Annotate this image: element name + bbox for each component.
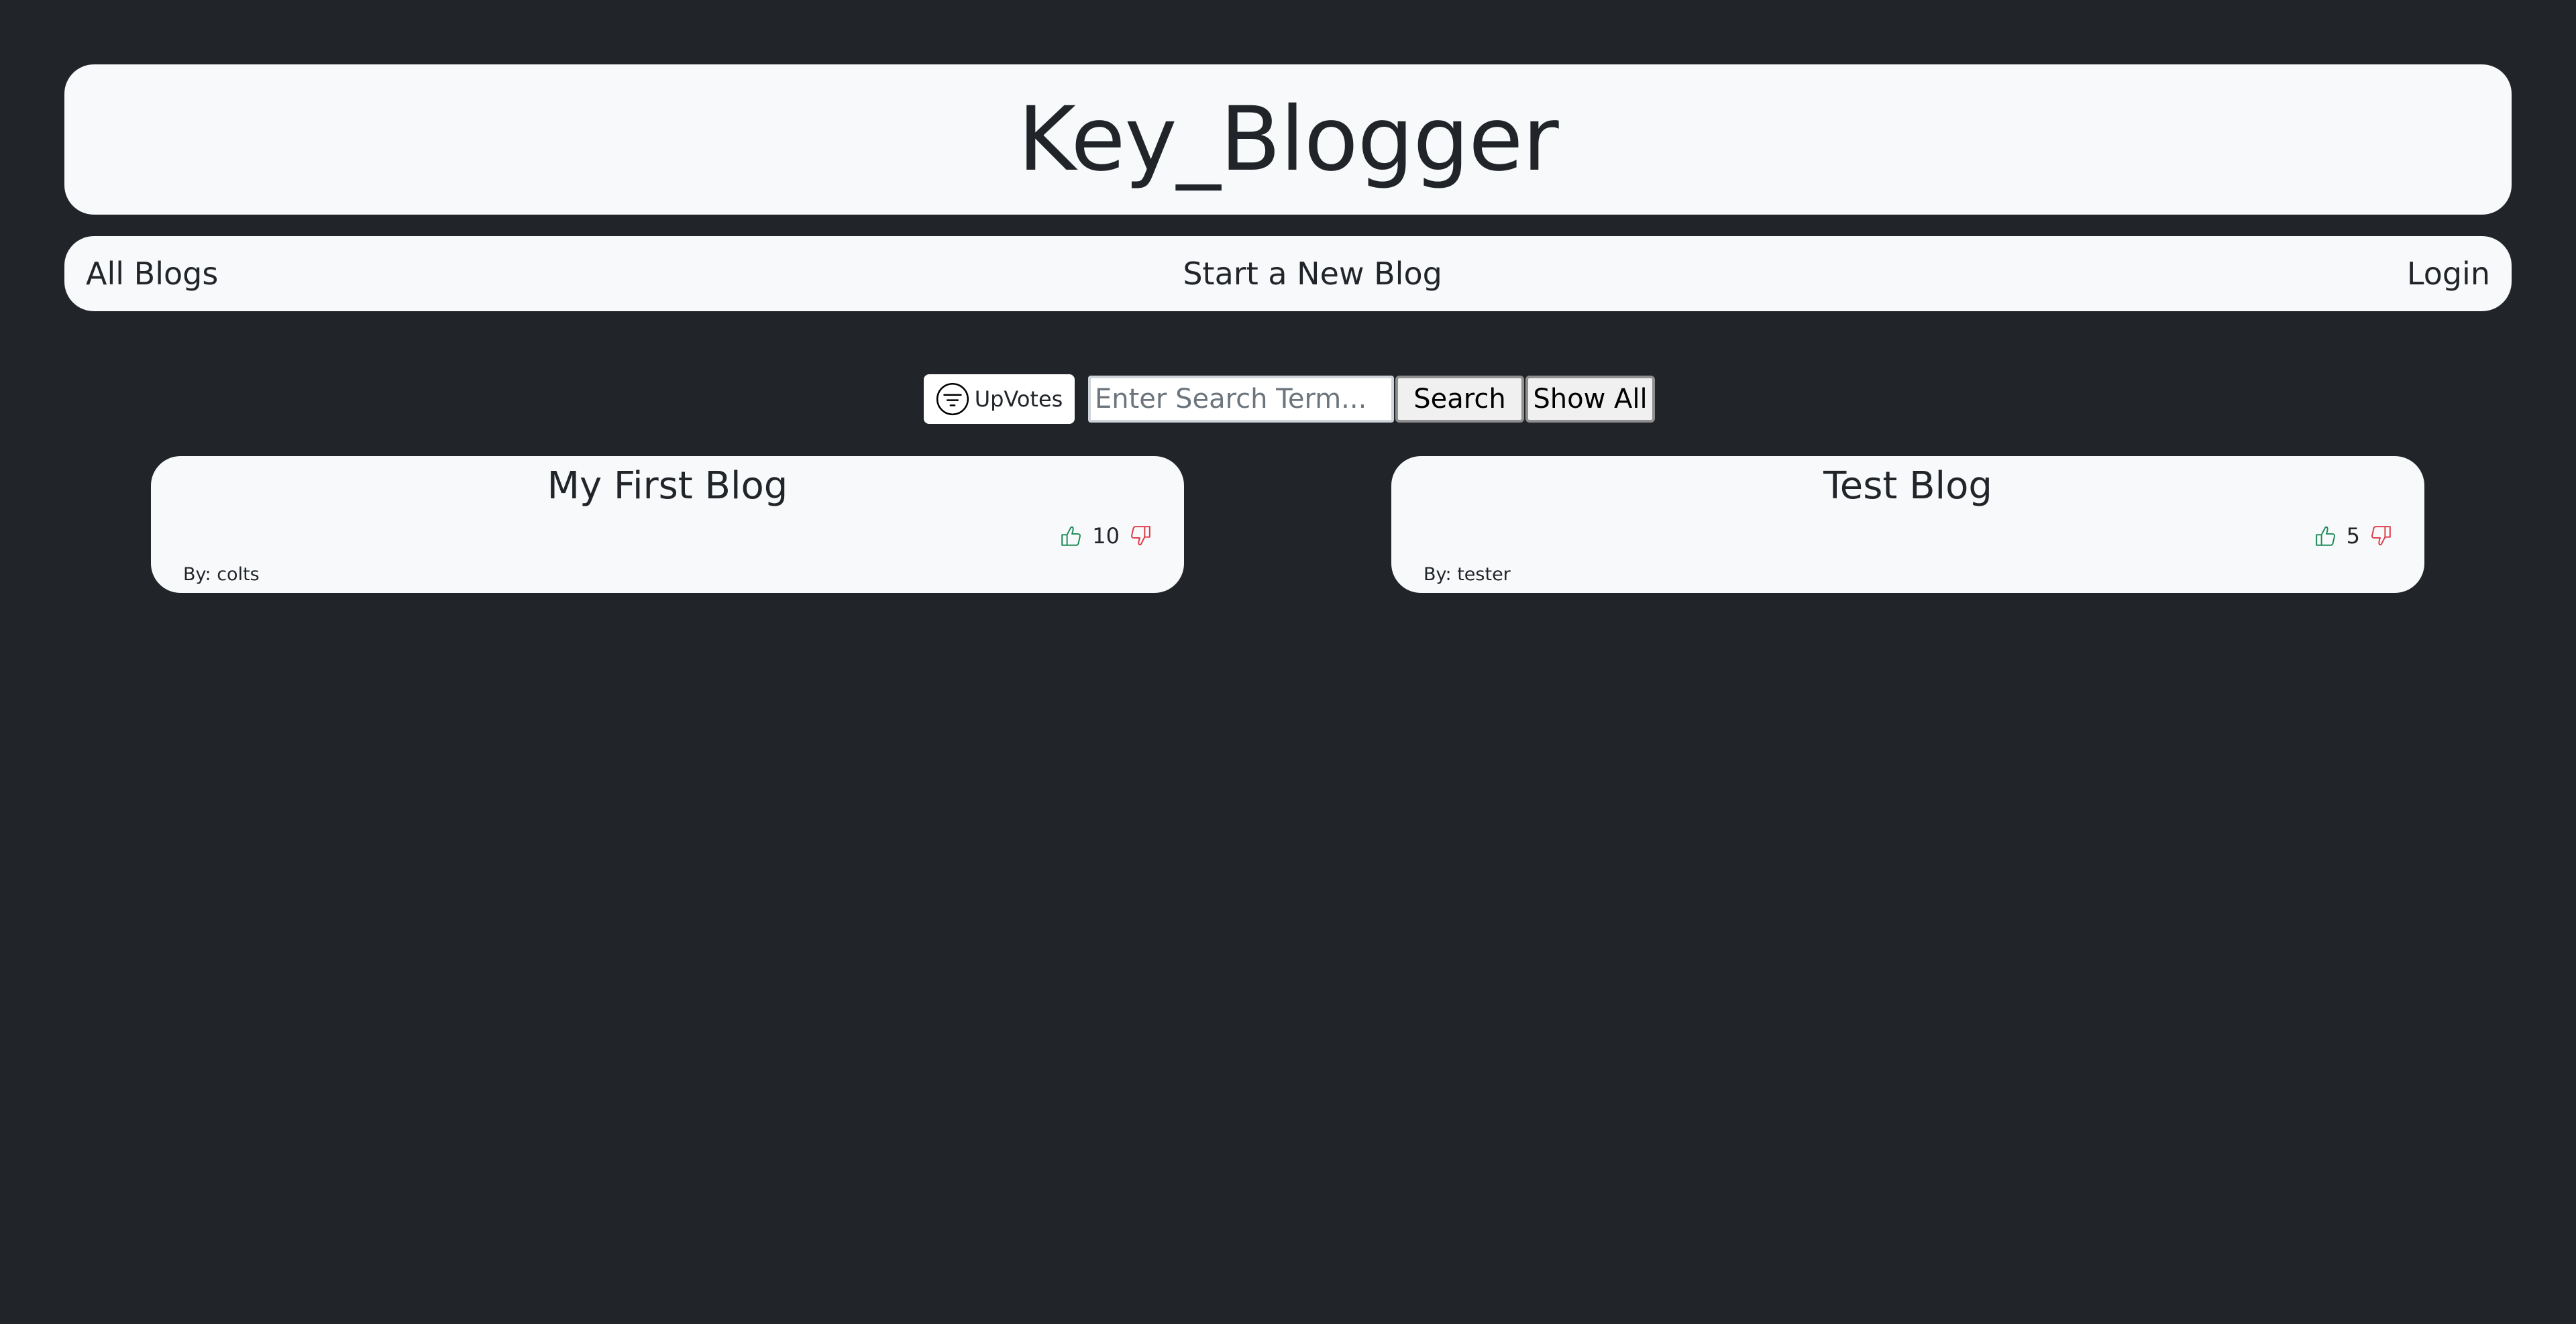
thumbs-down-icon[interactable]	[2369, 525, 2392, 547]
nav-all-blogs-link[interactable]: All Blogs	[86, 256, 218, 292]
blog-author: By: tester	[1424, 564, 1511, 585]
thumbs-up-icon[interactable]	[2314, 525, 2337, 547]
nav-new-blog-link[interactable]: Start a New Blog	[1183, 256, 1442, 292]
search-button[interactable]: Search	[1395, 376, 1524, 423]
show-all-button[interactable]: Show All	[1525, 376, 1655, 423]
vote-controls: 10	[1060, 523, 1152, 549]
site-header: Key_Blogger	[64, 64, 2512, 215]
thumbs-down-icon[interactable]	[1129, 525, 1152, 547]
filter-circle-icon	[936, 382, 969, 416]
blog-title[interactable]: My First Blog	[151, 464, 1184, 508]
vote-controls: 5	[2314, 523, 2392, 549]
blog-author: By: colts	[183, 564, 260, 585]
search-controls: UpVotes Search Show All	[924, 374, 1655, 424]
navbar: All Blogs Start a New Blog Login	[64, 236, 2512, 311]
nav-login-link[interactable]: Login	[2407, 256, 2490, 292]
thumbs-up-icon[interactable]	[1060, 525, 1083, 547]
vote-count: 5	[2346, 523, 2360, 549]
search-input[interactable]	[1088, 376, 1394, 423]
vote-count: 10	[1092, 523, 1120, 549]
sort-filter-button[interactable]: UpVotes	[924, 374, 1075, 424]
blog-card[interactable]: My First Blog 10 By: colts	[151, 456, 1184, 593]
sort-filter-label: UpVotes	[974, 386, 1063, 412]
blog-title[interactable]: Test Blog	[1391, 464, 2424, 508]
site-title: Key_Blogger	[1018, 88, 1558, 191]
blog-card[interactable]: Test Blog 5 By: tester	[1391, 456, 2424, 593]
